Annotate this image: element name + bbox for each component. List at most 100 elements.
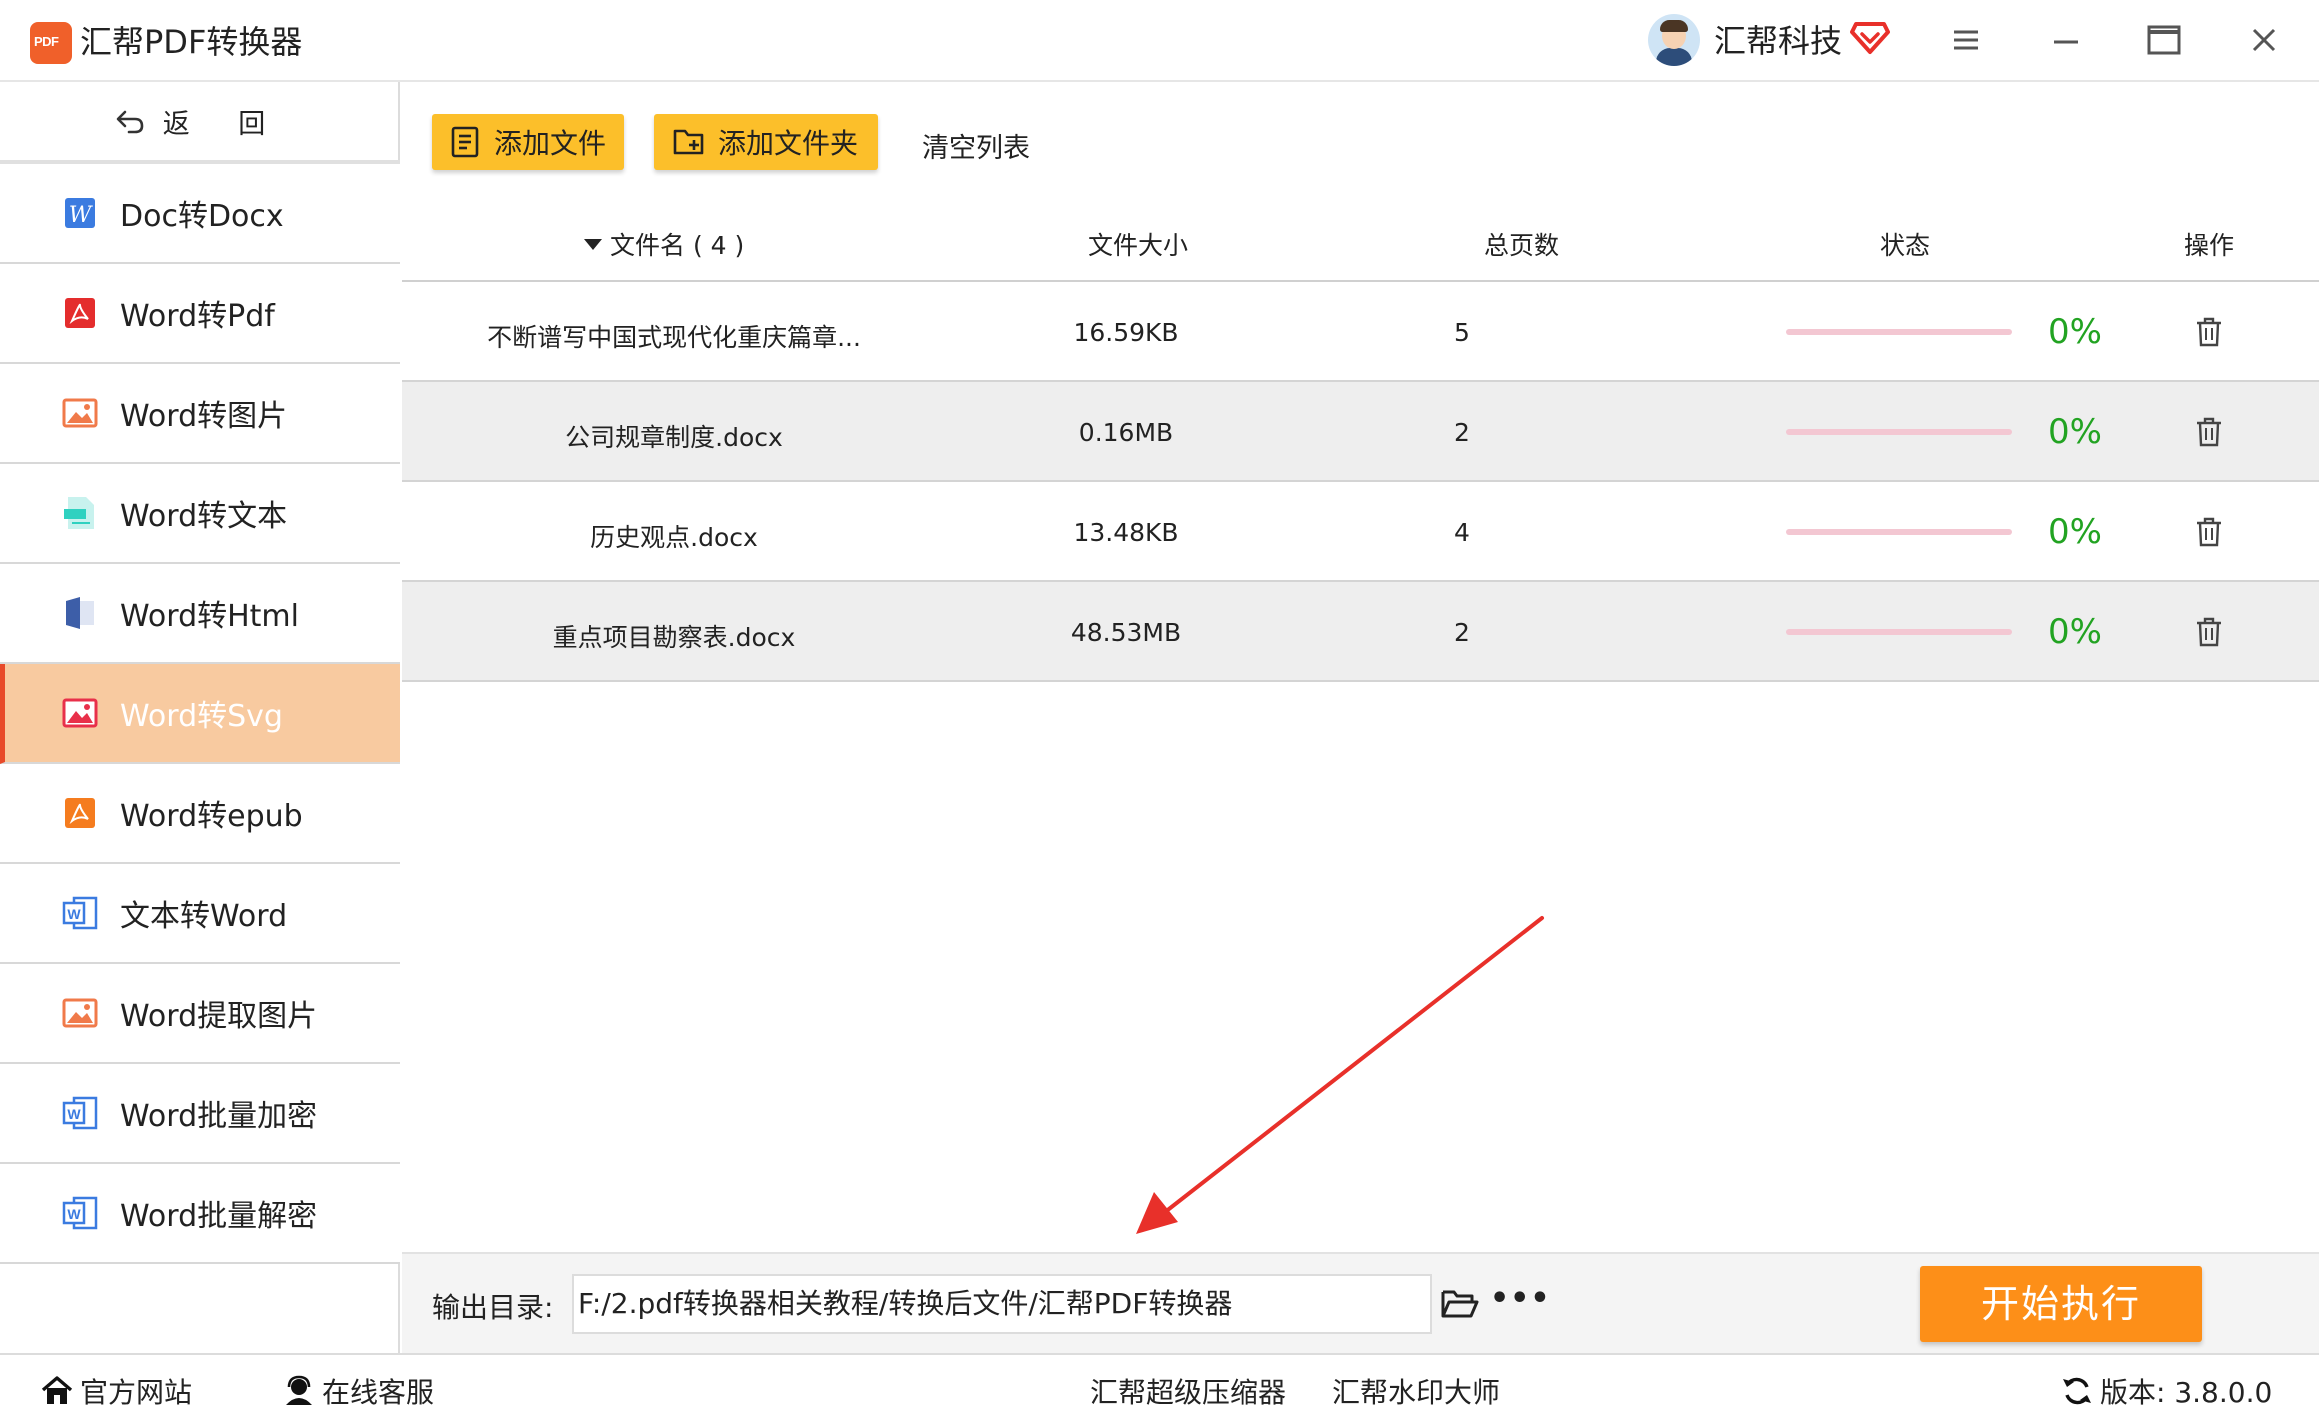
table-row[interactable]: 公司规章制度.docx 0.16MB 2 0% xyxy=(402,382,2319,482)
sidebar-item-doc-to-docx[interactable]: W Doc转Docx xyxy=(0,164,400,264)
official-website-link[interactable]: 官方网站 xyxy=(40,1371,192,1411)
svg-text:W: W xyxy=(67,1206,81,1222)
home-icon xyxy=(41,1376,73,1404)
sidebar-item-label: Doc转Docx xyxy=(120,199,284,234)
progress-bar xyxy=(1786,629,2012,635)
online-service-label: 在线客服 xyxy=(322,1376,435,1409)
delete-icon[interactable] xyxy=(2194,316,2224,348)
delete-icon[interactable] xyxy=(2194,516,2224,548)
sidebar-item-word-to-svg[interactable]: Word转Svg xyxy=(0,664,400,764)
customer-service-icon xyxy=(286,1375,312,1405)
table-header: 文件名 ( 4 ) 文件大小 总页数 状态 操作 xyxy=(402,192,2319,282)
clear-list-button[interactable]: 清空列表 xyxy=(922,126,1030,165)
table-row[interactable]: 重点项目勘察表.docx 48.53MB 2 0% xyxy=(402,582,2319,682)
progress-percent: 0% xyxy=(2048,612,2102,652)
add-file-icon xyxy=(451,126,479,158)
file-size: 16.59KB xyxy=(1073,318,1179,347)
word-icon: W xyxy=(62,1196,98,1230)
pdf-icon xyxy=(65,298,95,328)
progress-bar xyxy=(1786,529,2012,535)
back-arrow-icon xyxy=(116,110,144,134)
close-icon[interactable] xyxy=(2244,20,2284,60)
add-folder-button[interactable]: 添加文件夹 xyxy=(654,114,878,170)
file-name: 不断谱写中国式现代化重庆篇章... xyxy=(487,323,861,352)
column-header-name[interactable]: 文件名 ( 4 ) xyxy=(584,226,744,262)
sidebar: 返 回 W Doc转Docx Word转Pdf Word转图片 Word转文本 … xyxy=(0,82,400,1353)
sidebar-item-word-extract-image[interactable]: Word提取图片 xyxy=(0,964,400,1064)
sidebar-item-label: Word转Html xyxy=(120,599,299,634)
svg-text:W: W xyxy=(67,1106,81,1122)
sidebar-item-label: Word提取图片 xyxy=(120,999,318,1034)
delete-icon[interactable] xyxy=(2194,616,2224,648)
sidebar-item-label: Word转文本 xyxy=(120,499,288,534)
watermark-master-link[interactable]: 汇帮水印大师 xyxy=(1332,1371,1500,1411)
open-folder-icon[interactable] xyxy=(1440,1286,1480,1320)
sidebar-item-word-to-html[interactable]: Word转Html xyxy=(0,564,400,664)
progress-bar xyxy=(1786,429,2012,435)
column-header-status: 状态 xyxy=(1880,231,1931,260)
start-button[interactable]: 开始执行 xyxy=(1920,1266,2202,1342)
toolbar: 添加文件 添加文件夹 清空列表 xyxy=(402,82,2319,192)
sidebar-item-label: Word转epub xyxy=(120,799,303,834)
word-doc-icon: W xyxy=(65,198,95,228)
sidebar-item-text-to-word[interactable]: W 文本转Word xyxy=(0,864,400,964)
online-service-link[interactable]: 在线客服 xyxy=(282,1371,434,1411)
svg-text:W: W xyxy=(69,203,94,228)
more-icon[interactable]: ••• xyxy=(1490,1284,1550,1324)
minimize-icon[interactable] xyxy=(2046,20,2086,60)
file-name: 历史观点.docx xyxy=(590,523,758,552)
word-icon: W xyxy=(62,896,98,930)
sidebar-item-label: Word批量解密 xyxy=(120,1199,318,1234)
super-compressor-link[interactable]: 汇帮超级压缩器 xyxy=(1090,1371,1286,1411)
user-name[interactable]: 汇帮科技 xyxy=(1714,21,1842,61)
page-count: 4 xyxy=(1454,518,1470,547)
file-size: 0.16MB xyxy=(1078,418,1174,447)
sidebar-item-label: Word转Svg xyxy=(120,699,283,734)
sidebar-item-word-to-text[interactable]: Word转文本 xyxy=(0,464,400,564)
user-avatar[interactable] xyxy=(1648,14,1700,66)
table-row[interactable]: 不断谱写中国式现代化重庆篇章... 16.59KB 5 0% xyxy=(402,282,2319,382)
progress-bar xyxy=(1786,329,2012,335)
app-title: 汇帮PDF转换器 xyxy=(80,23,303,61)
text-file-icon xyxy=(64,497,94,529)
column-header-action: 操作 xyxy=(2184,231,2235,260)
add-folder-label: 添加文件夹 xyxy=(718,127,859,160)
file-size: 48.53MB xyxy=(1070,618,1182,647)
app-logo-icon xyxy=(30,22,72,64)
sidebar-item-label: Word转图片 xyxy=(120,399,288,434)
sidebar-item-label: Word批量加密 xyxy=(120,1099,318,1134)
menu-icon[interactable] xyxy=(1946,20,1986,60)
page-count: 2 xyxy=(1454,618,1470,647)
sidebar-item-word-batch-encrypt[interactable]: W Word批量加密 xyxy=(0,1064,400,1164)
official-website-label: 官方网站 xyxy=(80,1376,193,1409)
html-icon xyxy=(66,597,94,629)
table-row[interactable]: 历史观点.docx 13.48KB 4 0% xyxy=(402,482,2319,582)
column-header-pages: 总页数 xyxy=(1484,231,1560,260)
word-icon: W xyxy=(62,1096,98,1130)
add-folder-icon xyxy=(673,129,704,155)
column-header-size: 文件大小 xyxy=(1088,231,1189,260)
output-dir-field[interactable]: F:/2.pdf转换器相关教程/转换后文件/汇帮PDF转换器 xyxy=(572,1274,1432,1334)
back-label: 返 回 xyxy=(162,108,286,140)
sidebar-item-word-to-pdf[interactable]: Word转Pdf xyxy=(0,264,400,364)
svg-image-icon xyxy=(62,698,98,728)
add-file-button[interactable]: 添加文件 xyxy=(432,114,624,170)
back-button[interactable]: 返 回 xyxy=(0,82,400,164)
maximize-icon[interactable] xyxy=(2144,20,2184,60)
sidebar-item-word-to-image[interactable]: Word转图片 xyxy=(0,364,400,464)
nav-list: W Doc转Docx Word转Pdf Word转图片 Word转文本 Word… xyxy=(0,164,400,1264)
vip-diamond-icon[interactable] xyxy=(1850,20,1890,56)
file-name: 公司规章制度.docx xyxy=(565,423,783,452)
page-count: 5 xyxy=(1454,318,1470,347)
sidebar-item-word-batch-decrypt[interactable]: W Word批量解密 xyxy=(0,1164,400,1264)
image-icon xyxy=(62,998,98,1028)
sidebar-item-word-to-epub[interactable]: Word转epub xyxy=(0,764,400,864)
version-info[interactable]: 版本: 3.8.0.0 xyxy=(2060,1371,2272,1411)
progress-percent: 0% xyxy=(2048,312,2102,352)
progress-percent: 0% xyxy=(2048,412,2102,452)
title-bar: 汇帮PDF转换器 汇帮科技 xyxy=(0,0,2319,82)
delete-icon[interactable] xyxy=(2194,416,2224,448)
version-label: 版本: 3.8.0.0 xyxy=(2100,1376,2273,1409)
sidebar-item-label: Word转Pdf xyxy=(120,299,275,334)
page-count: 2 xyxy=(1454,418,1470,447)
